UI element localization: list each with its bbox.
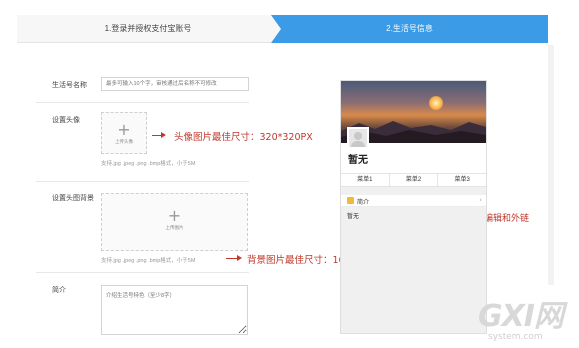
avatar-upload-text: 上传头像 — [115, 139, 133, 144]
plus-icon: + — [167, 206, 182, 225]
scrollbar[interactable] — [548, 45, 554, 285]
preview-name: 暂无 — [348, 155, 368, 166]
step-arrow-notch — [271, 15, 281, 43]
intro-row-label: 简介 — [357, 200, 370, 206]
bg-hint: 支持.jpg .jpeg .png .bmp格式，小于5M — [101, 258, 196, 264]
bg-label: 设置头图背景 — [52, 195, 94, 202]
divider — [36, 272, 249, 273]
avatar-label: 设置头像 — [52, 117, 80, 124]
divider — [36, 102, 249, 103]
menu-item[interactable]: 菜单1 — [341, 174, 390, 186]
avatar-size-note: 头像图片最佳尺寸：320*320PX — [174, 132, 313, 143]
intro-value: 暂无 — [347, 214, 360, 220]
chevron-right-icon: › — [479, 196, 482, 204]
sun-icon — [429, 96, 443, 110]
bg-upload-text: 上传图片 — [165, 225, 184, 230]
intro-textarea[interactable] — [101, 285, 248, 335]
intro-row[interactable]: 简介 › — [341, 195, 486, 207]
step-1-label: 1.登录并授权支付宝账号 — [104, 24, 192, 33]
step-indicator: 1.登录并授权支付宝账号 2.生活号信息 — [17, 15, 548, 43]
menu-item[interactable]: 菜单3 — [438, 174, 486, 186]
menu-item[interactable]: 菜单2 — [390, 174, 439, 186]
plus-icon: + — [117, 120, 131, 139]
avatar — [347, 127, 369, 149]
step-1: 1.登录并授权支付宝账号 — [17, 15, 279, 43]
avatar-hint: 支持.jpg .jpeg .png .bmp格式，小于5M — [101, 161, 196, 167]
arrow-right-icon — [152, 132, 166, 138]
intro-label: 简介 — [52, 287, 66, 294]
step-2-active: 2.生活号信息 — [271, 15, 548, 43]
avatar-upload-button[interactable]: + 上传头像 — [101, 112, 147, 154]
phone-preview: 暂无 菜单1 菜单2 菜单3 简介 › 暂无 — [340, 80, 487, 334]
name-label: 生活号名称 — [52, 82, 87, 89]
arrow-right-icon — [226, 255, 242, 261]
watermark-small: system.com — [488, 332, 543, 342]
name-input[interactable] — [101, 77, 249, 91]
watermark-logo: GXI网 system.com — [478, 302, 574, 344]
divider — [36, 181, 249, 182]
preview-menu: 菜单1 菜单2 菜单3 — [341, 173, 486, 187]
bg-upload-button[interactable]: + 上传图片 — [101, 193, 248, 251]
folder-icon — [347, 197, 354, 204]
watermark-big: GXI网 — [478, 299, 564, 334]
step-2-label: 2.生活号信息 — [386, 24, 433, 33]
